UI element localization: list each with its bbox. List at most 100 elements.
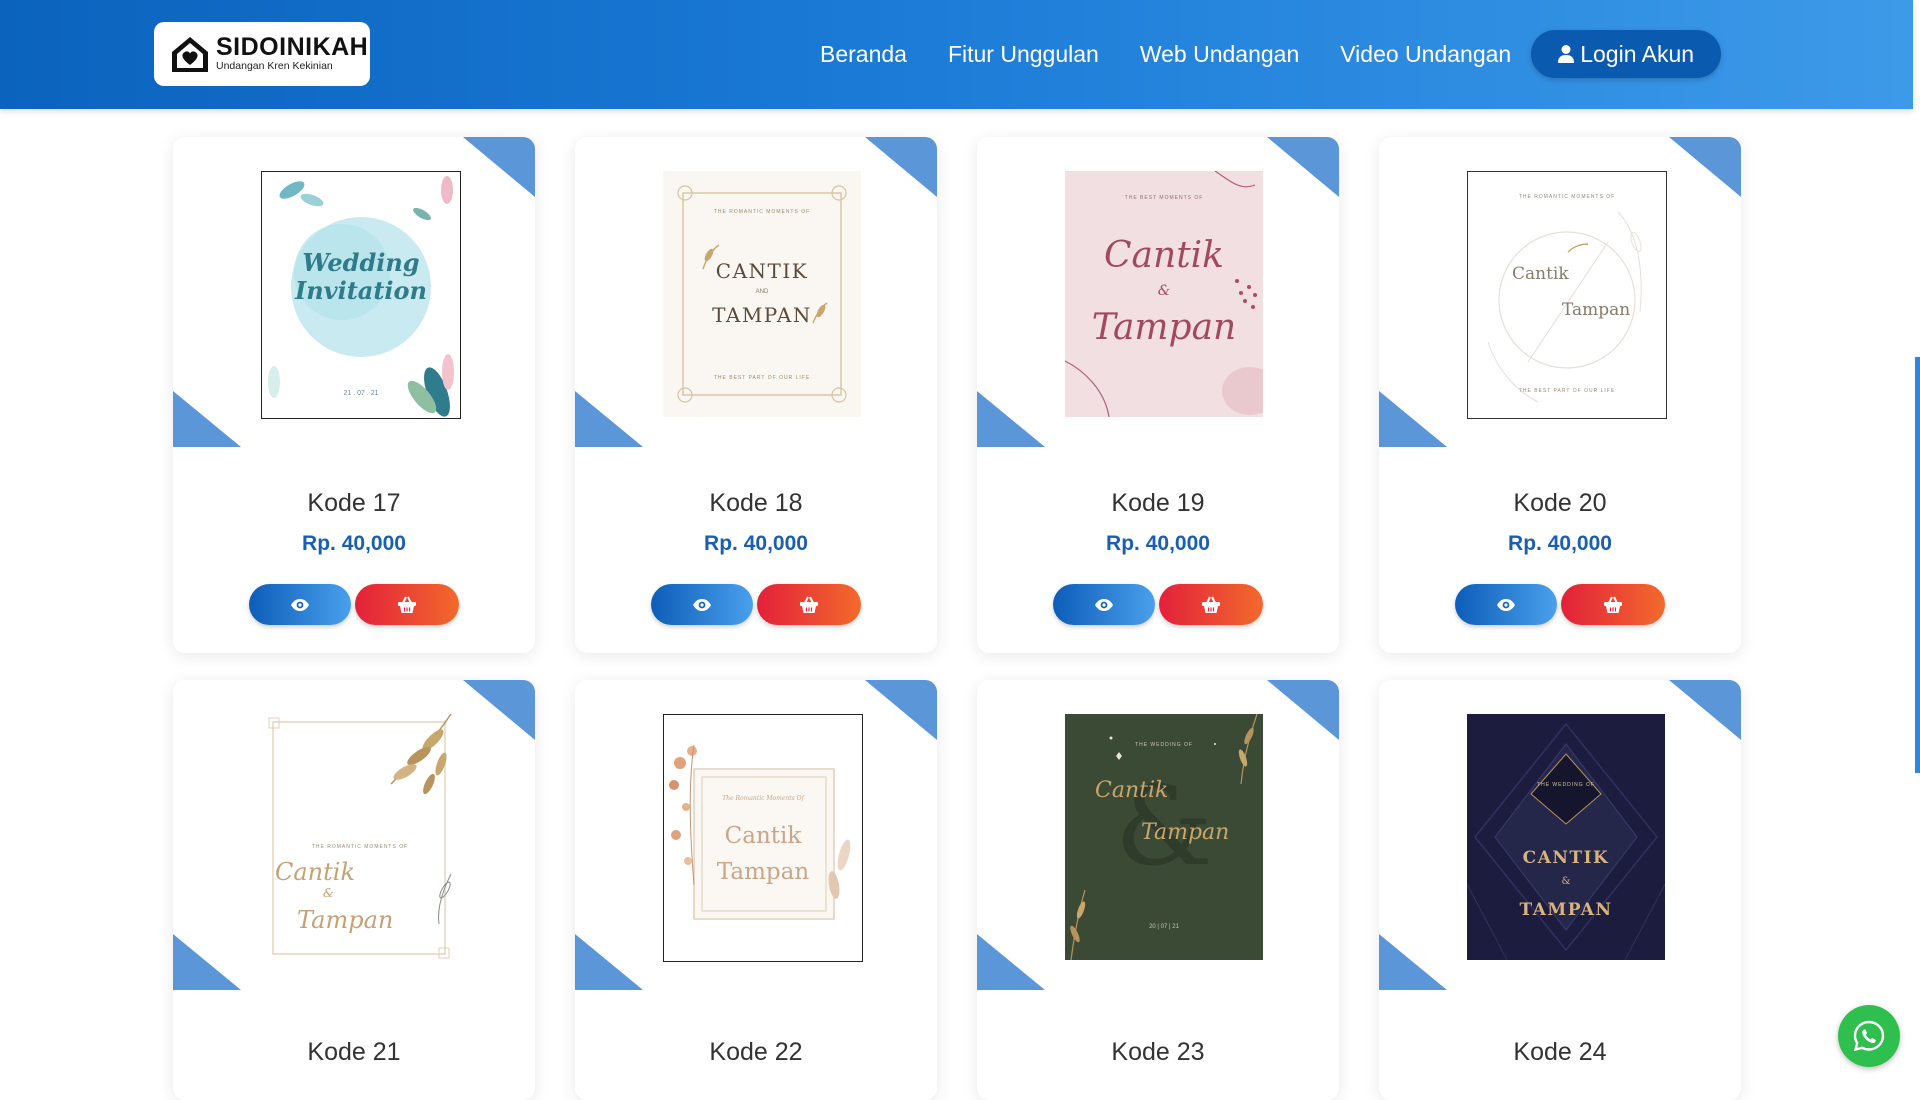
corner-decoration — [463, 680, 535, 740]
template-thumbnail[interactable]: The Romantic Moments Of Cantik Tampan — [663, 714, 863, 962]
template-thumbnail[interactable]: THE ROMANTIC MOMENTS OF Cantik Tampan TH… — [1467, 171, 1667, 419]
preview-button[interactable] — [1455, 584, 1557, 625]
product-code: Kode 21 — [307, 1038, 401, 1066]
product-card-17[interactable]: Wedding Invitation 21 . 07 . 21 Kode 17 … — [173, 137, 535, 653]
product-code: Kode 20 — [1513, 489, 1607, 517]
product-code: Kode 18 — [709, 489, 803, 517]
line-art-decoration — [1487, 211, 1642, 403]
basket-icon — [398, 596, 416, 613]
buy-button[interactable] — [757, 584, 861, 625]
corner-decoration — [977, 934, 1045, 990]
thumb-title-line1: CANTIK — [715, 259, 809, 283]
buy-button[interactable] — [355, 584, 459, 625]
corner-decoration — [1267, 680, 1339, 740]
template-thumbnail[interactable]: THE ROMANTIC MOMENTS OF CANTIK AND TAMPA… — [663, 171, 861, 417]
thumb-kicker: THE WEDDING OF — [1135, 742, 1193, 748]
product-card-23[interactable]: & THE WEDDING OF Cantik Tampan 20 | 07 |… — [977, 680, 1339, 1100]
product-code: Kode 19 — [1111, 489, 1205, 517]
thumb-ampersand: & — [1157, 283, 1171, 299]
basket-icon — [1202, 596, 1220, 613]
thumb-title-line1: Cantik — [724, 823, 802, 849]
product-card-20[interactable]: THE ROMANTIC MOMENTS OF Cantik Tampan TH… — [1379, 137, 1741, 653]
thumb-title-line2: Invitation — [294, 276, 428, 305]
product-price: Rp. 40,000 — [704, 532, 808, 555]
template-thumbnail[interactable]: THE BEST MOMENTS OF Cantik & Tampan — [1065, 171, 1263, 417]
thumb-kicker: The Romantic Moments Of — [722, 795, 804, 802]
thumb-title-line2: Tampan — [1091, 307, 1237, 348]
brand-name: SIDOINIKAH — [216, 33, 369, 61]
brand-logo[interactable]: SIDOINIKAH Undangan Kren Kekinian — [154, 22, 370, 86]
corner-decoration — [1669, 680, 1741, 740]
corner-decoration — [1669, 137, 1741, 197]
thumb-title-line1: Wedding — [302, 248, 420, 277]
eye-icon — [1497, 598, 1515, 611]
nav-beranda[interactable]: Beranda — [820, 41, 907, 68]
corner-decoration — [575, 391, 643, 447]
product-price: Rp. 40,000 — [1106, 532, 1210, 555]
thumb-kicker: THE ROMANTIC MOMENTS OF — [713, 209, 811, 215]
nav-fitur-unggulan[interactable]: Fitur Unggulan — [948, 41, 1099, 68]
template-thumbnail[interactable]: THE ROMANTIC MOMENTS OF Cantik & Tampan — [261, 714, 459, 960]
user-icon — [1558, 45, 1575, 63]
thumb-ampersand: & — [323, 886, 334, 900]
preview-button[interactable] — [651, 584, 753, 625]
template-thumbnail[interactable]: & THE WEDDING OF Cantik Tampan 20 | 07 |… — [1065, 714, 1263, 960]
thumb-title-line2: Tampan — [716, 859, 810, 885]
thumb-kicker: THE BEST MOMENTS OF — [1124, 195, 1204, 201]
product-card-24[interactable]: THE WEDDING OF CANTIK & TAMPAN Kode 24 — [1379, 680, 1741, 1100]
corner-decoration — [865, 680, 937, 740]
whatsapp-icon — [1853, 1020, 1885, 1052]
basket-icon — [800, 596, 818, 613]
thumb-title-line2: TAMPAN — [712, 303, 812, 327]
product-card-21[interactable]: THE ROMANTIC MOMENTS OF Cantik & Tampan … — [173, 680, 535, 1100]
template-thumbnail[interactable]: Wedding Invitation 21 . 07 . 21 — [261, 171, 461, 419]
basket-icon — [1604, 596, 1622, 613]
product-card-22[interactable]: The Romantic Moments Of Cantik Tampan Ko… — [575, 680, 937, 1100]
login-button[interactable]: Login Akun — [1531, 30, 1722, 78]
site-header: SIDOINIKAH Undangan Kren Kekinian Berand… — [0, 0, 1913, 109]
main-nav: Beranda Fitur Unggulan Web Undangan Vide… — [820, 30, 1722, 78]
eye-icon — [291, 598, 309, 611]
corner-decoration — [865, 137, 937, 197]
thumb-ampersand: AND — [755, 289, 769, 295]
thumb-kicker: THE WEDDING OF — [1537, 782, 1595, 788]
buy-button[interactable] — [1159, 584, 1263, 625]
product-code: Kode 23 — [1111, 1038, 1205, 1066]
product-code: Kode 17 — [307, 489, 401, 517]
scrollbar-thumb[interactable] — [1915, 357, 1920, 773]
thumb-title-line2: Tampan — [297, 906, 394, 934]
thumb-title-line1: CANTIK — [1522, 848, 1610, 868]
corner-decoration — [575, 934, 643, 990]
thumb-date: 21 . 07 . 21 — [343, 390, 379, 397]
thumb-title-line2: TAMPAN — [1519, 900, 1613, 920]
eye-icon — [1095, 598, 1113, 611]
nav-web-undangan[interactable]: Web Undangan — [1140, 41, 1299, 68]
product-card-19[interactable]: THE BEST MOMENTS OF Cantik & Tampan Kode… — [977, 137, 1339, 653]
thumb-footer: THE BEST PART OF OUR LIFE — [713, 375, 811, 381]
thumb-date: 20 | 07 | 21 — [1149, 924, 1179, 930]
nav-video-undangan[interactable]: Video Undangan — [1340, 41, 1511, 68]
thumb-title-line2: Tampan — [1141, 820, 1230, 845]
whatsapp-chat-button[interactable] — [1838, 1005, 1900, 1067]
product-price: Rp. 40,000 — [302, 532, 406, 555]
product-card-18[interactable]: THE ROMANTIC MOMENTS OF CANTIK AND TAMPA… — [575, 137, 937, 653]
thumb-footer: THE BEST PART OF OUR LIFE — [1518, 388, 1616, 394]
thumb-title-line1: Cantik — [1104, 235, 1224, 276]
thumb-title-line1: Cantik — [1512, 264, 1569, 284]
corner-decoration — [1267, 137, 1339, 197]
corner-decoration — [173, 391, 241, 447]
product-code: Kode 24 — [1513, 1038, 1607, 1066]
thumb-title-line2: Tampan — [1562, 300, 1631, 320]
product-code: Kode 22 — [709, 1038, 803, 1066]
corner-decoration — [173, 934, 241, 990]
login-label: Login Akun — [1580, 40, 1695, 67]
thumb-title-line1: Cantik — [275, 858, 355, 886]
preview-button[interactable] — [1053, 584, 1155, 625]
preview-button[interactable] — [249, 584, 351, 625]
corner-decoration — [1379, 391, 1447, 447]
navy-geometric-decoration — [1467, 722, 1665, 960]
template-thumbnail[interactable]: THE WEDDING OF CANTIK & TAMPAN — [1467, 714, 1665, 960]
corner-decoration — [463, 137, 535, 197]
buy-button[interactable] — [1561, 584, 1665, 625]
thumb-ampersand: & — [1561, 876, 1571, 887]
